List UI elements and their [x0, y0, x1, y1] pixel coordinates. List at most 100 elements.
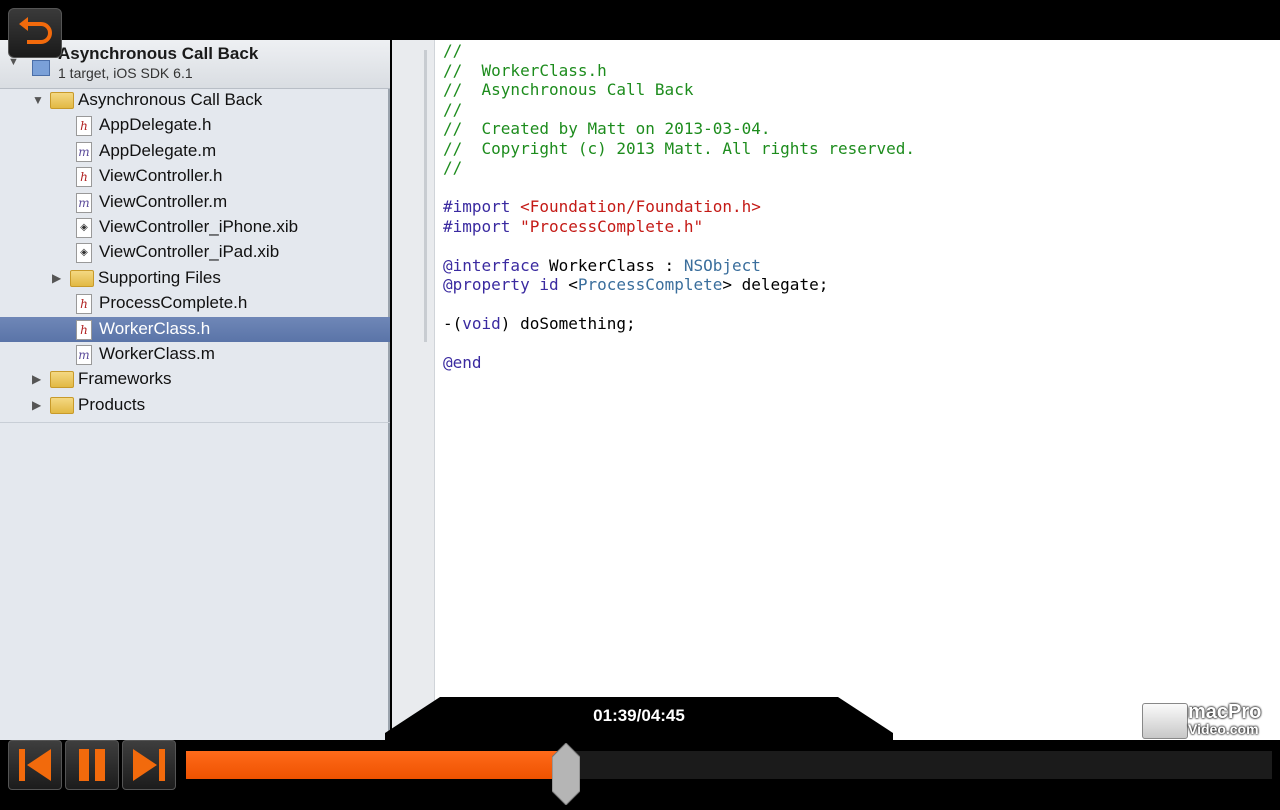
gutter-marker: [424, 50, 427, 342]
project-title: Asynchronous Call Back: [58, 44, 259, 63]
code-text[interactable]: //// WorkerClass.h// Asynchronous Call B…: [443, 41, 915, 373]
tree-row[interactable]: m ViewController.m: [0, 190, 390, 215]
tree-row[interactable]: ▶ Supporting Files: [0, 266, 390, 291]
tree-row[interactable]: m AppDelegate.m: [0, 139, 390, 164]
tree-row[interactable]: h AppDelegate.h: [0, 113, 390, 138]
tree-row-label: ViewController_iPad.xib: [99, 242, 280, 262]
next-button[interactable]: [122, 740, 176, 790]
disclosure-collapsed-icon[interactable]: ▶: [32, 372, 41, 386]
code-token: @interface: [443, 255, 540, 275]
code-token: @end: [443, 353, 482, 372]
header-file-icon: h: [76, 116, 92, 137]
pause-button[interactable]: [65, 740, 119, 790]
tree-row-label: ViewController_iPhone.xib: [99, 216, 299, 236]
tree-row-label: Frameworks: [78, 369, 172, 389]
tree-row-label: Asynchronous Call Back: [78, 90, 263, 109]
disclosure-collapsed-icon[interactable]: ▶: [32, 398, 41, 412]
header-file-icon: h: [76, 167, 92, 188]
tree-row-label: Products: [78, 394, 146, 414]
player-controls: [0, 740, 1280, 806]
tree-row[interactable]: ◈ ViewController_iPhone.xib: [0, 215, 390, 240]
code-line: //: [443, 100, 915, 120]
tree-row-label: ProcessComplete.h: [99, 293, 248, 313]
tree-row[interactable]: ◈ ViewController_iPad.xib: [0, 240, 390, 265]
project-subtitle: 1 target, iOS SDK 6.1: [58, 65, 193, 81]
xcode-project-icon: [32, 60, 50, 76]
logo-text-sub: Video.com: [1188, 721, 1259, 737]
folder-icon: [70, 269, 94, 287]
code-line: -(void) doSomething;: [443, 314, 915, 334]
code-editor[interactable]: //// WorkerClass.h// Asynchronous Call B…: [435, 40, 1280, 760]
project-navigator: ▼ Asynchronous Call Back 1 target, iOS S…: [0, 40, 390, 760]
tree-row-label: AppDelegate.h: [99, 115, 212, 135]
code-token: void: [462, 314, 501, 333]
implementation-file-icon: m: [76, 192, 92, 213]
disclosure-collapsed-icon[interactable]: ▶: [52, 271, 61, 285]
previous-button[interactable]: [8, 740, 62, 790]
code-token: <: [558, 275, 578, 294]
tree-row-label: ViewController.h: [99, 166, 223, 186]
folder-icon: [50, 396, 74, 414]
skip-next-icon: [133, 749, 165, 781]
code-line: //: [443, 41, 915, 61]
time-tab: 01:39/04:45: [385, 695, 893, 741]
file-tree: ▼ Asynchronous Call Back h AppDelegate.h m Ap…: [0, 88, 390, 424]
code-token: NSObject: [683, 255, 761, 275]
header-file-icon: h: [76, 319, 92, 340]
tree-row-label: AppDelegate.m: [99, 140, 217, 160]
macprovideo-logo: macPro Video.com: [1142, 701, 1262, 739]
tree-row-label: WorkerClass.m: [99, 343, 215, 363]
progress-handle[interactable]: [551, 742, 581, 806]
skip-previous-icon: [19, 749, 51, 781]
code-line: #import "ProcessComplete.h": [443, 217, 915, 237]
code-line: // Created by Matt on 2013-03-04.: [443, 119, 915, 139]
code-line: //: [443, 158, 915, 178]
folder-icon: [50, 371, 74, 389]
code-token: id: [539, 275, 559, 294]
tree-row[interactable]: ▼ Asynchronous Call Back: [0, 88, 390, 113]
code-line: #import <Foundation/Foundation.h>: [443, 197, 915, 217]
pause-icon: [79, 749, 105, 781]
code-line: @interface WorkerClass : NSObject: [443, 256, 915, 276]
progress-fill: [186, 751, 567, 779]
code-line: // Asynchronous Call Back: [443, 80, 915, 100]
back-button[interactable]: [8, 8, 62, 58]
code-token: #import: [443, 216, 521, 236]
xib-file-icon: ◈: [76, 243, 92, 264]
code-token: //: [443, 158, 463, 177]
code-token: -(: [443, 314, 463, 333]
tree-row[interactable]: ▶ Frameworks: [0, 367, 390, 392]
editor-gutter: [392, 40, 435, 760]
code-line: // Copyright (c) 2013 Matt. All rights r…: [443, 139, 915, 159]
code-token: <Foundation/Foundation.h>: [520, 197, 761, 216]
tree-row[interactable]: h ViewController.h: [0, 164, 390, 189]
code-line: // WorkerClass.h: [443, 61, 915, 81]
code-token: @property: [443, 275, 530, 294]
code-token: #import: [443, 197, 521, 216]
code-token: // Asynchronous Call Back: [443, 80, 694, 99]
header-file-icon: h: [76, 294, 92, 315]
top-bar: [0, 0, 1280, 40]
code-token: // Created by Matt on 2013-03-04.: [443, 119, 771, 138]
tree-row[interactable]: m WorkerClass.m: [0, 342, 390, 367]
code-line: @end: [443, 353, 915, 373]
disclosure-expanded-icon[interactable]: ▼: [32, 93, 44, 107]
tree-row-label: ViewController.m: [99, 191, 228, 211]
tree-row[interactable]: h ProcessComplete.h: [0, 291, 390, 316]
code-token: //: [443, 99, 463, 119]
folder-icon: [50, 92, 74, 109]
tree-divider: [0, 422, 390, 424]
code-token: // Copyright (c) 2013 Matt. All rights r…: [443, 138, 916, 158]
code-token: ) doSomething;: [500, 314, 636, 333]
tree-row[interactable]: ▶ Products: [0, 393, 390, 418]
tree-row-label: WorkerClass.h: [99, 318, 211, 338]
tree-row[interactable]: h WorkerClass.h: [0, 316, 390, 342]
code-token: //: [443, 41, 463, 60]
code-token: WorkerClass :: [539, 255, 684, 275]
progress-track[interactable]: [186, 742, 1272, 806]
